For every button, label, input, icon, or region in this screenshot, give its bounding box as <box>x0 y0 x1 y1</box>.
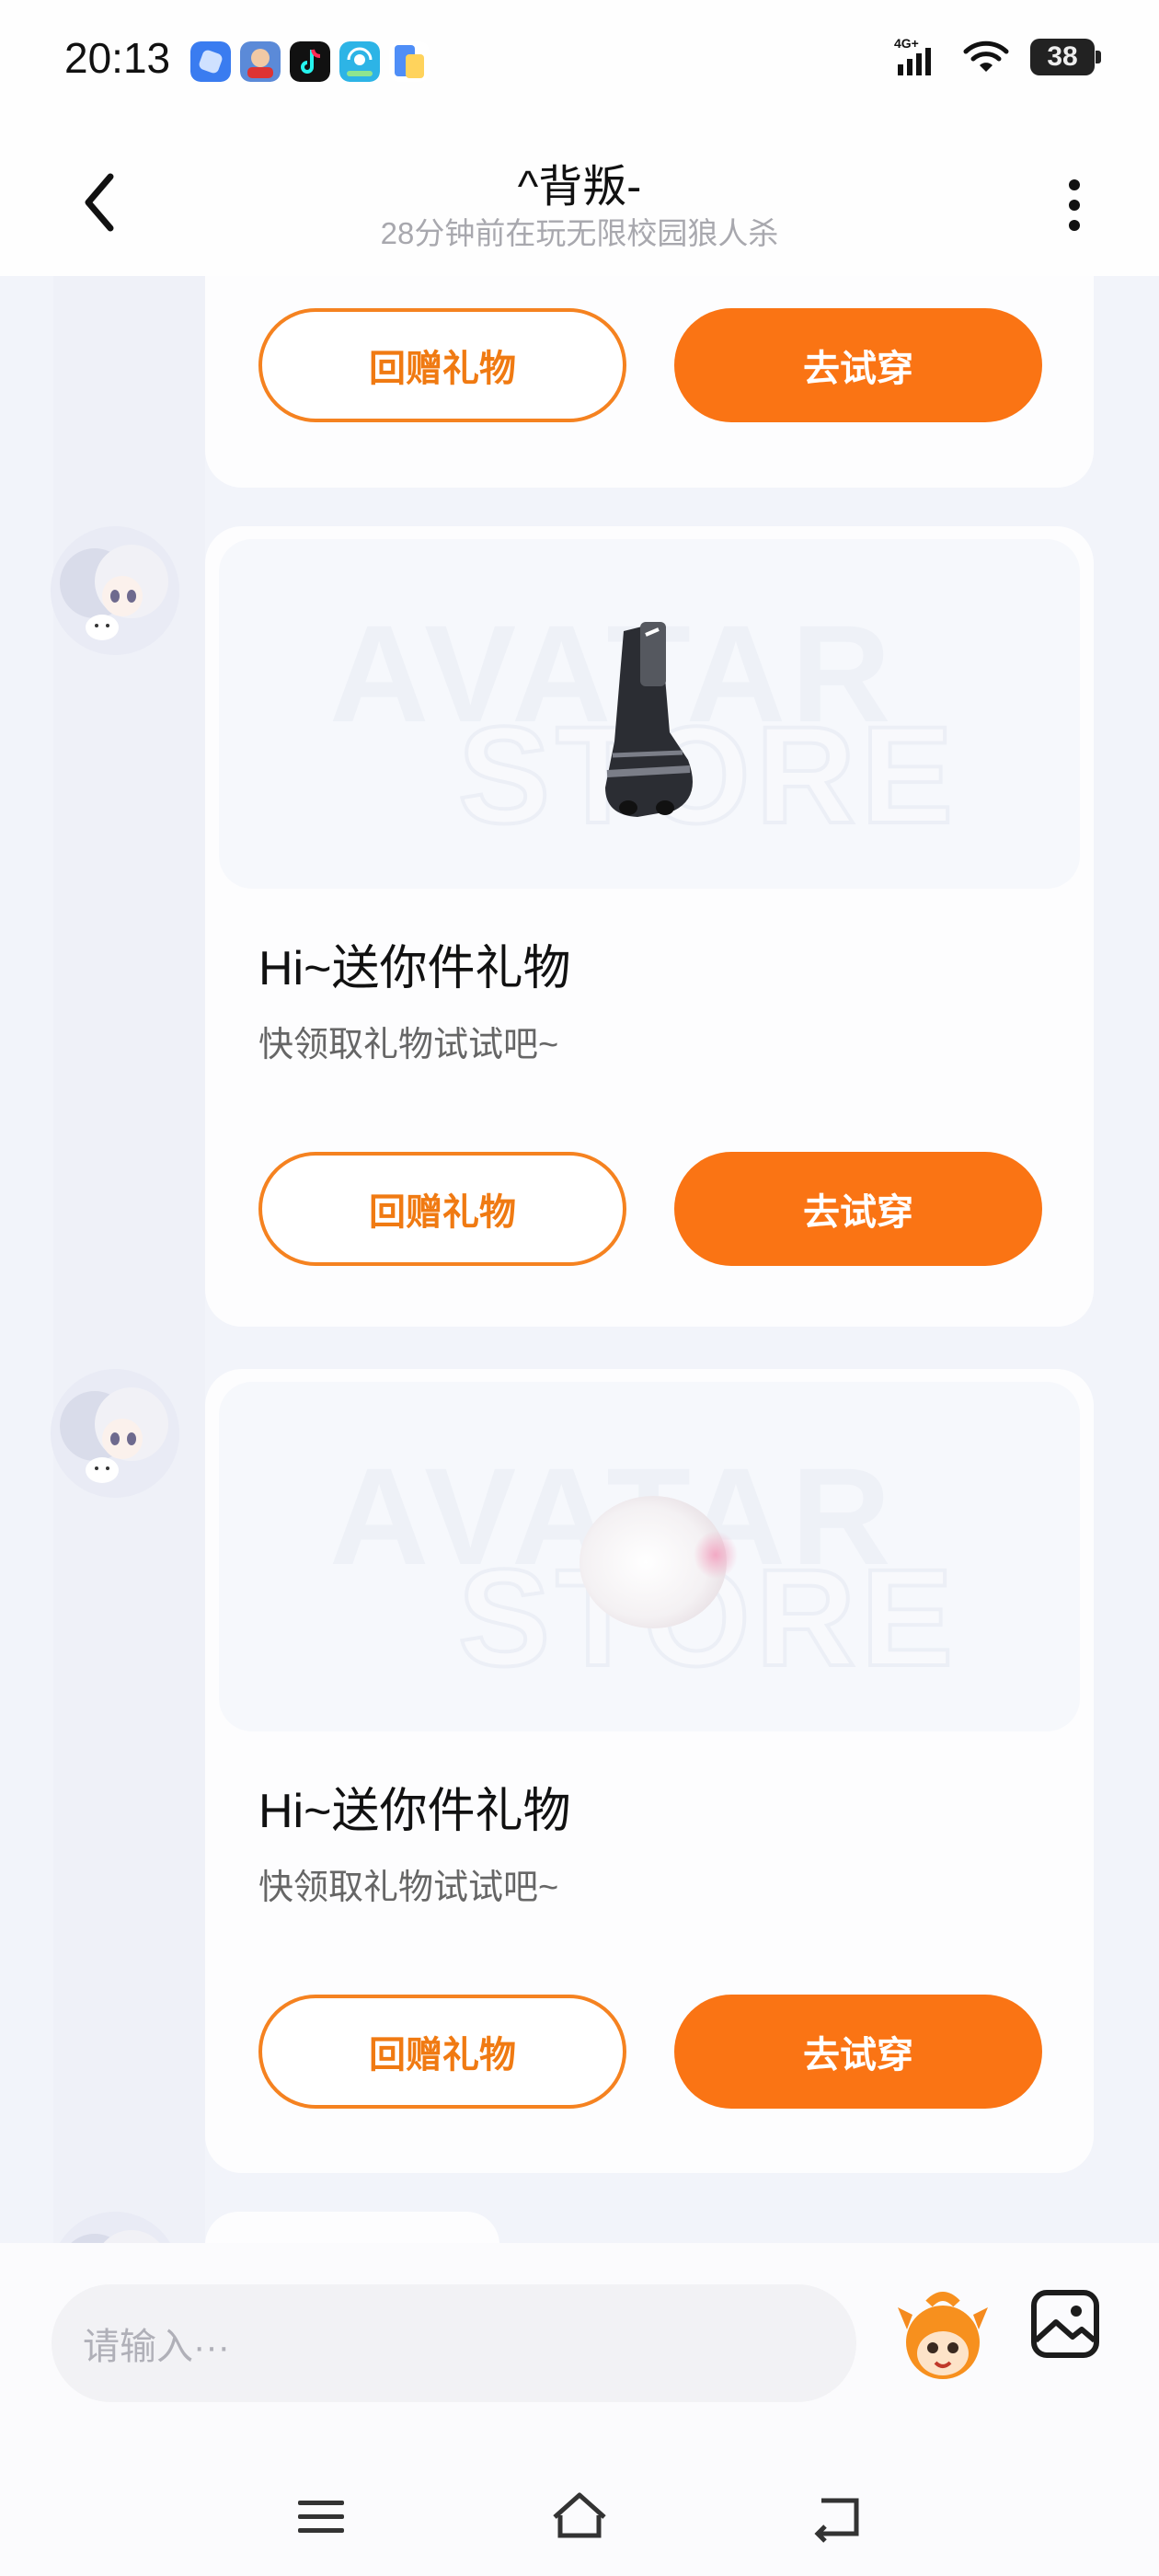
status-indicators: 4G+ 38 <box>894 37 1101 77</box>
cellular-signal-icon: 4G+ <box>894 37 931 75</box>
doc-app-icon <box>389 41 430 82</box>
wifi-icon <box>963 40 1009 72</box>
try-on-button[interactable]: 去试穿 <box>674 308 1042 422</box>
gift-message-text: 快领取礼物试试吧~ <box>258 1869 559 1907</box>
return-gift-button[interactable]: 回赠礼物 <box>258 1995 626 2109</box>
gift-message-card: 回赠礼物 去试穿 <box>205 276 1094 488</box>
svg-text:4G+: 4G+ <box>894 37 919 51</box>
return-gift-button[interactable]: 回赠礼物 <box>258 308 626 422</box>
blue-app-icon <box>190 41 231 82</box>
chat-title: ^背叛- <box>517 163 642 212</box>
socks-icon <box>605 622 693 817</box>
status-app-icons <box>190 41 430 82</box>
sticker-mascot-button[interactable] <box>892 2287 993 2388</box>
watermark-text: STORE <box>456 696 959 854</box>
chat-header: ^背叛- 28分钟前在玩无限校园狼人杀 <box>0 124 1159 276</box>
avatar[interactable] <box>51 526 179 655</box>
gift-message-text: 快领取礼物试试吧~ <box>258 1026 559 1064</box>
try-on-button[interactable]: 去试穿 <box>674 1152 1042 1266</box>
message-bubble <box>205 2212 499 2243</box>
status-time: 20:13 <box>64 34 171 82</box>
back-nav-icon[interactable] <box>805 2484 869 2548</box>
gift-preview[interactable]: AVATAR STORE <box>219 539 1080 889</box>
message-feed[interactable]: 回赠礼物 去试穿 AVATAR STORE Hi~送你件礼物 快领取礼物试试吧~… <box>0 276 1159 2243</box>
gift-message-card: AVATAR STORE Hi~送你件礼物 <box>205 1369 1094 2173</box>
gift-message-title: Hi~送你件礼物 <box>258 942 571 995</box>
message-input[interactable]: 请输入··· <box>52 2284 856 2402</box>
gift-message-title: Hi~送你件礼物 <box>258 1785 571 1838</box>
home-icon[interactable] <box>547 2484 612 2548</box>
gift-preview[interactable]: AVATAR STORE <box>219 1382 1080 1731</box>
wifi-app-icon <box>339 41 380 82</box>
avatar-image <box>51 1369 179 1498</box>
image-picker-button[interactable] <box>1030 2289 1100 2359</box>
game-app-icon <box>240 41 281 82</box>
gift-message-card: AVATAR STORE Hi~送你件礼物 快领取礼物试试吧~ 回赠礼物 去试穿 <box>205 526 1094 1327</box>
avatar[interactable] <box>51 1369 179 1498</box>
battery-icon: 38 <box>1030 39 1101 75</box>
avatar-image <box>51 526 179 655</box>
return-gift-button[interactable]: 回赠礼物 <box>258 1152 626 1266</box>
try-on-button[interactable]: 去试穿 <box>674 1995 1042 2109</box>
tiktok-icon <box>290 41 330 82</box>
menu-icon[interactable] <box>289 2484 353 2548</box>
system-nav-bar <box>0 2464 1159 2576</box>
status-bar: 20:13 4G+ 38 <box>0 0 1159 124</box>
more-options-button[interactable] <box>1047 168 1102 242</box>
blush-icon <box>580 1496 738 1628</box>
input-bar: 请输入··· <box>0 2243 1159 2464</box>
chat-subtitle: 28分钟前在玩无限校园狼人杀 <box>380 216 779 250</box>
